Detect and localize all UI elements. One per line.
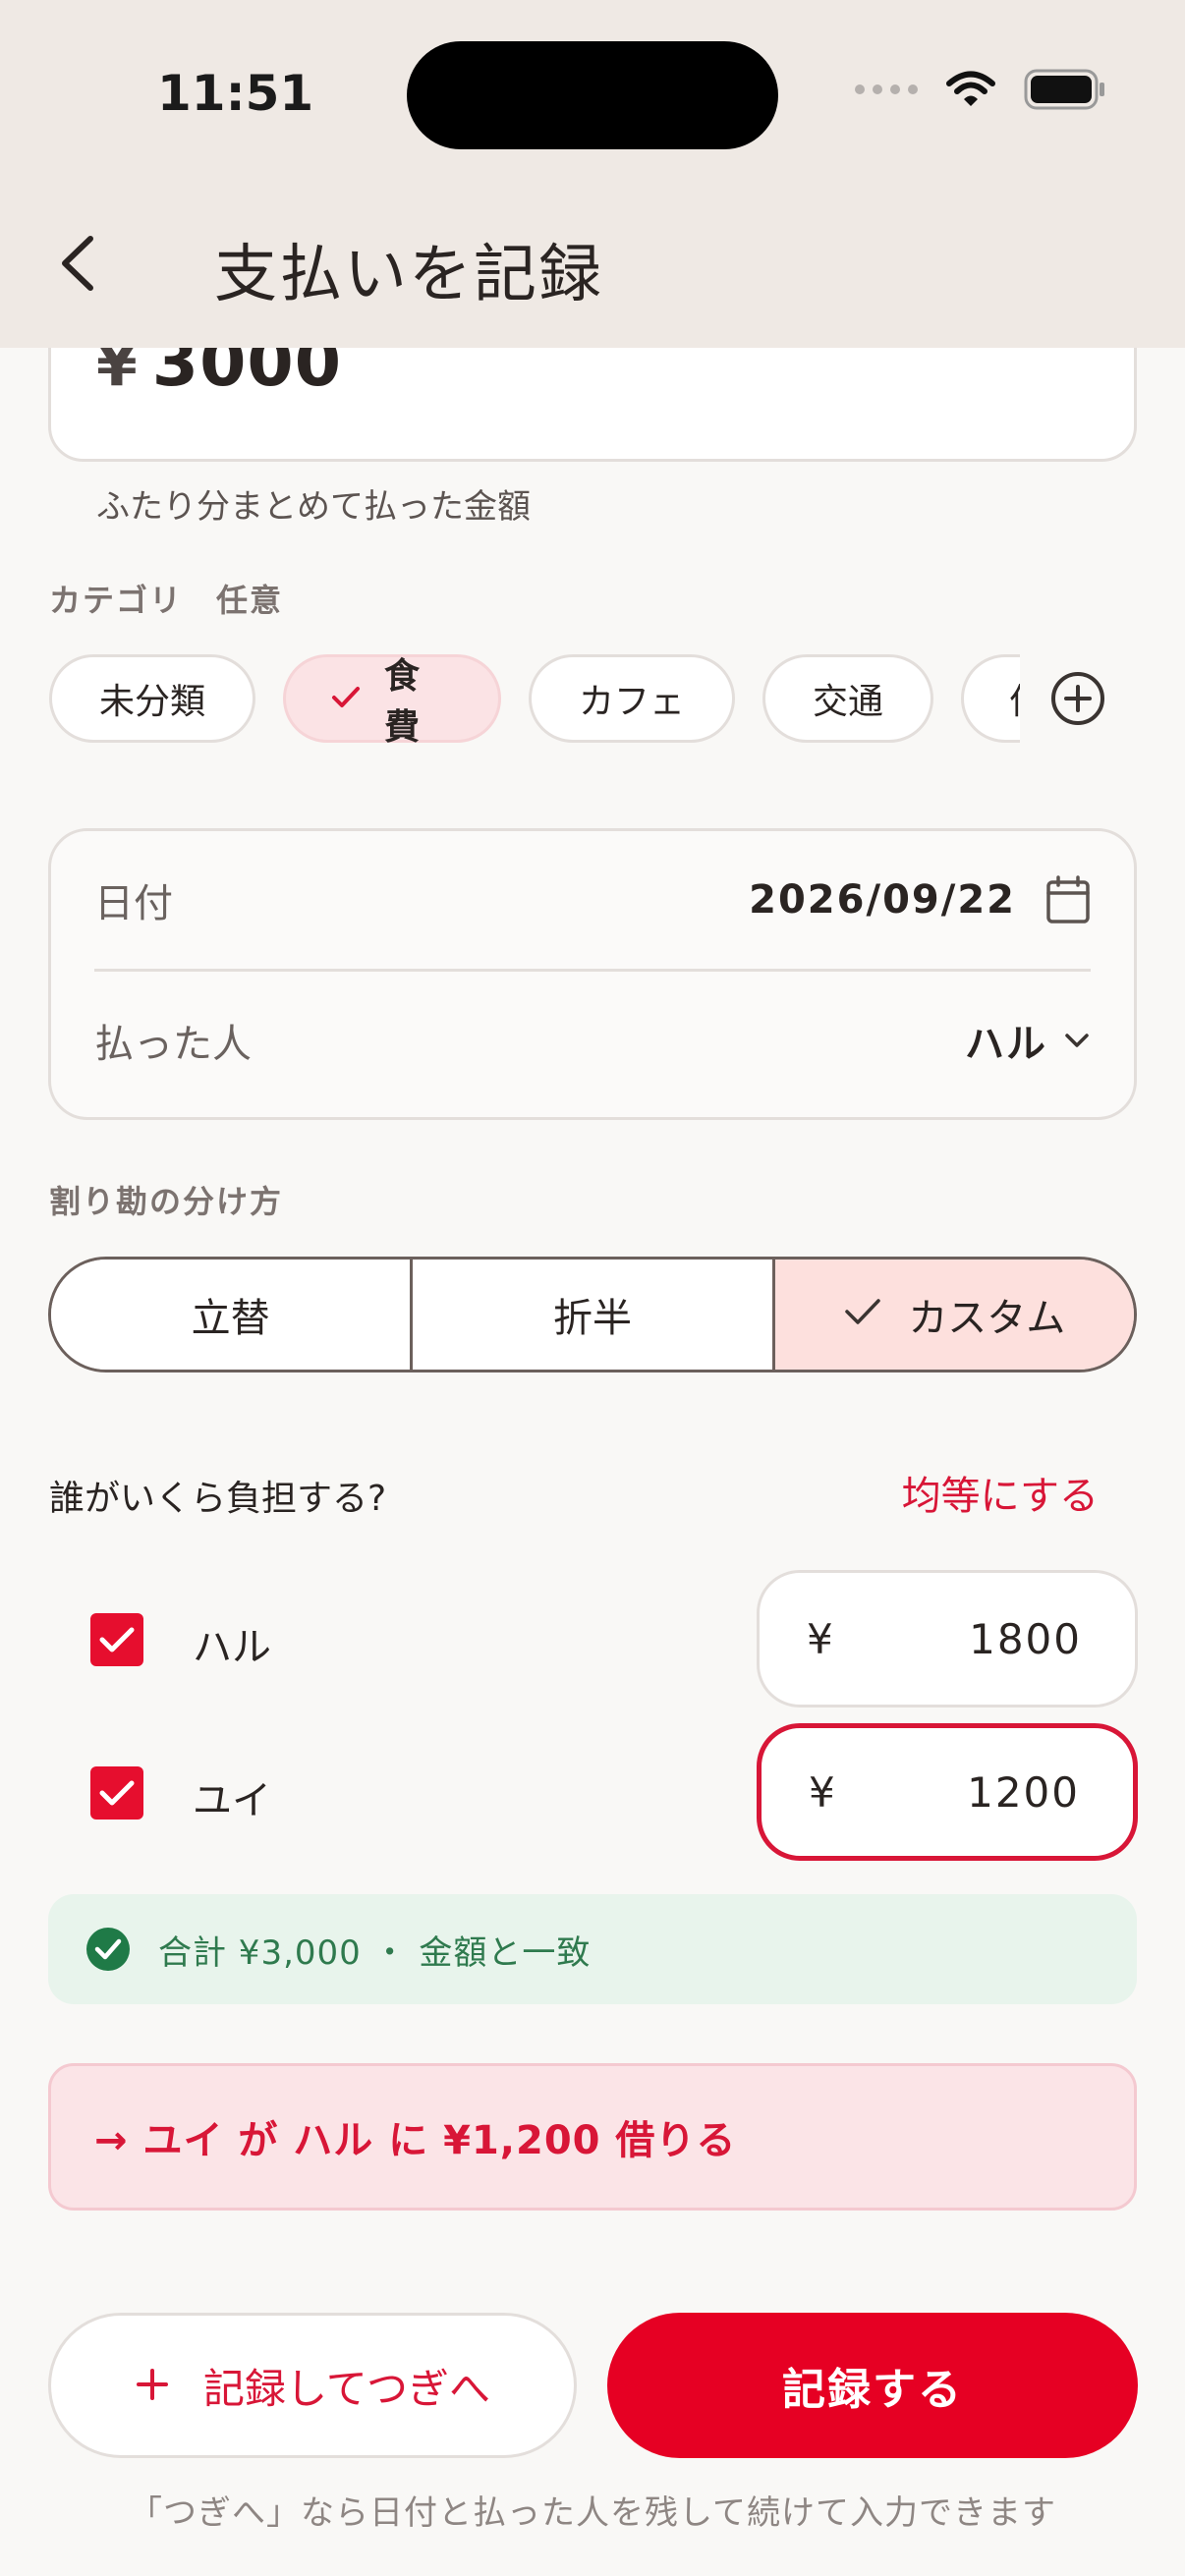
split-option-half[interactable]: 折半 [413,1260,775,1370]
date-row[interactable]: 日付 2026/09/22 [94,831,1091,969]
split-option-custom[interactable]: カスタム [774,1260,1134,1370]
share-question: 誰がいくら負担する? [49,1479,387,1519]
category-chip-transport[interactable]: 交通 [762,654,933,743]
settlement-banner: → ユイ が ハル に ¥1,200 借りる [48,2063,1137,2211]
check-icon [843,1292,882,1337]
category-chip-food[interactable]: 食費 [283,654,501,743]
payer-row[interactable]: 払った人 ハル [94,972,1091,1109]
chip-label: 食費 [384,656,421,743]
currency-symbol: ¥ [807,1614,833,1663]
chevron-left-icon [62,236,93,291]
seg-label: 折半 [552,1296,632,1341]
total-match-banner: 合計 ¥3,000 ・ 金額と一致 [48,1894,1137,2004]
total-summary-text: 合計 ¥3,000 ・ 金額と一致 [158,1932,592,1973]
plus-circle-icon [1051,672,1104,725]
check-circle-icon [86,1928,130,1971]
status-time: 11:51 [157,65,314,122]
save-label: 記録する [782,2365,963,2415]
battery-icon [1024,69,1104,110]
share-amount-input[interactable]: ¥ 1800 [757,1570,1138,1708]
split-method-selector: 立替 折半 カスタム [48,1257,1137,1372]
date-label: 日付 [94,881,173,926]
save-and-next-button[interactable]: 記録してつぎへ [48,2313,577,2458]
member-row-yui: ユイ ¥ 1200 [49,1723,1138,1861]
category-chip-cafe[interactable]: カフェ [529,654,735,743]
app-header: 11:51 支払いを記録 [0,0,1185,348]
chip-label: 住 [1009,673,1020,724]
payer-value: ハル [965,1022,1047,1067]
split-method-label: 割り勘の分け方 [49,1183,284,1220]
currency-symbol: ¥ [809,1767,835,1817]
page-title: 支払いを記録 [214,239,603,311]
category-chip-housing[interactable]: 住 [961,654,1020,743]
footer-hint: 「つぎへ」なら日付と払った人を残して続けて入力できます [129,2493,1056,2533]
plus-icon [135,2356,170,2415]
calendar-icon [1046,875,1090,924]
checkbox-icon[interactable] [90,1613,143,1666]
date-payer-card: 日付 2026/09/22 払った人 ハル [48,828,1137,1120]
signal-icon [855,84,918,94]
payer-label: 払った人 [94,1022,252,1067]
member-name: ユイ [193,1778,271,1823]
share-amount-input[interactable]: ¥ 1200 [757,1723,1138,1861]
chevron-down-icon [1065,1034,1089,1047]
amount-help-text: ふたり分まとめて払った金額 [96,487,531,527]
add-category-button[interactable] [1049,670,1106,727]
chip-label: カフェ [578,682,685,722]
category-chip-list: 未分類 食費 カフェ 交通 住 [49,654,1020,743]
date-value: 2026/09/22 [749,877,1016,923]
save-button[interactable]: 記録する [607,2313,1138,2458]
share-amount-value: 1200 [967,1767,1080,1817]
category-label: カテゴリ 任意 [49,582,284,619]
member-row-haru: ハル ¥ 1800 [49,1570,1138,1708]
seg-label: 立替 [191,1296,270,1341]
checkbox-icon[interactable] [90,1766,143,1820]
category-chip-uncategorized[interactable]: 未分類 [49,654,255,743]
save-and-next-label: 記録してつぎへ [203,2364,490,2413]
chip-label: 未分類 [98,682,205,722]
back-button[interactable] [55,224,114,303]
member-name: ハル [193,1625,271,1670]
seg-label: カスタム [908,1296,1066,1341]
equalize-button[interactable]: 均等にする [902,1464,1099,1521]
chip-label: 交通 [812,682,883,722]
split-option-advance[interactable]: 立替 [51,1260,414,1370]
share-amount-value: 1800 [969,1614,1082,1663]
wifi-icon [946,71,995,106]
status-icons [855,69,1106,110]
check-icon [331,679,361,719]
dynamic-island [407,41,778,149]
settlement-text: → ユイ が ハル に ¥1,200 借りる [94,2118,737,2163]
